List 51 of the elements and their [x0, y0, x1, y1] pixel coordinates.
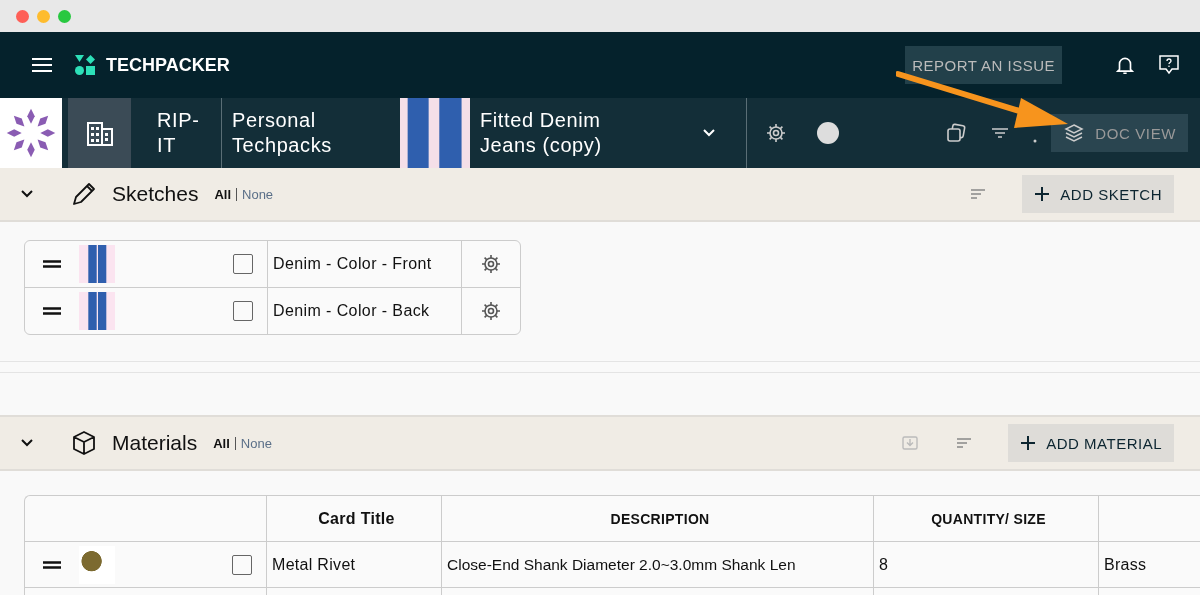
column-header: Card Title [267, 496, 442, 541]
layers-icon [1063, 122, 1086, 144]
settings-icon[interactable] [480, 253, 502, 275]
brand-name: TECHPACKER [106, 54, 230, 76]
help-chat-icon[interactable] [1158, 54, 1180, 76]
checkbox[interactable] [233, 254, 253, 274]
table-cell-text: Brass [1103, 554, 1148, 575]
jeans-thumbnail-placeholder [79, 292, 115, 330]
select-all-link[interactable]: All [213, 435, 230, 451]
checkbox[interactable] [233, 301, 253, 321]
drag-handle-icon[interactable] [43, 560, 61, 569]
folder-breadcrumb[interactable]: Personal Techpacks [222, 98, 400, 168]
copy-icon[interactable] [945, 122, 968, 144]
select-all-link[interactable]: All [214, 186, 231, 202]
plus-icon [1020, 435, 1037, 451]
sketch-name: Denim - Color - Front [267, 241, 462, 287]
table-cell: 8 [874, 542, 1099, 587]
add-material-button[interactable]: ADD MATERIAL [1008, 424, 1174, 462]
sketch-name: Denim - Color - Back [267, 288, 462, 334]
select-none-link[interactable]: None [240, 435, 272, 451]
jeans-photo-placeholder [400, 98, 470, 168]
collapse-chevron-icon[interactable] [20, 189, 34, 199]
company-button[interactable] [68, 98, 131, 168]
settings-icon[interactable] [480, 300, 502, 322]
plus-icon [1034, 186, 1051, 202]
section-title: Materials [112, 431, 198, 455]
jeans-thumbnail-placeholder [79, 245, 115, 283]
checkbox[interactable] [232, 554, 252, 575]
collapse-chevron-icon[interactable] [20, 438, 34, 448]
pencil-icon [70, 180, 98, 208]
drag-handle-icon[interactable] [43, 260, 61, 268]
product-breadcrumb[interactable]: Fitted Denim Jeans (copy) [470, 98, 640, 168]
doc-view-button[interactable]: DOC VIEW [1051, 114, 1188, 152]
more-options-icon[interactable] [1033, 139, 1038, 143]
table-cell: Close-End Shank Diameter 2.0~3.0mm Shank Len [442, 542, 874, 587]
column-header: QUANTITY/ SIZE [874, 496, 1099, 541]
menu-icon[interactable] [32, 57, 52, 73]
table-cell: Metal Rivet [267, 542, 442, 587]
chevron-down-icon[interactable] [702, 128, 716, 138]
organization-logo[interactable] [0, 98, 62, 168]
logo-shapes-icon [74, 54, 96, 76]
select-none-link[interactable]: None [242, 186, 274, 202]
drag-handle-icon[interactable] [43, 307, 61, 315]
add-sketch-button[interactable]: ADD SKETCH [1022, 175, 1174, 213]
column-header: DESCRIPTION [442, 496, 874, 541]
report-issue-button[interactable]: REPORT AN ISSUE [905, 46, 1062, 84]
status-circle-icon[interactable] [817, 122, 839, 144]
rivet-photo-placeholder [79, 545, 115, 584]
section-title: Sketches [112, 182, 199, 206]
building-icon [85, 119, 114, 147]
cube-icon [70, 429, 98, 457]
